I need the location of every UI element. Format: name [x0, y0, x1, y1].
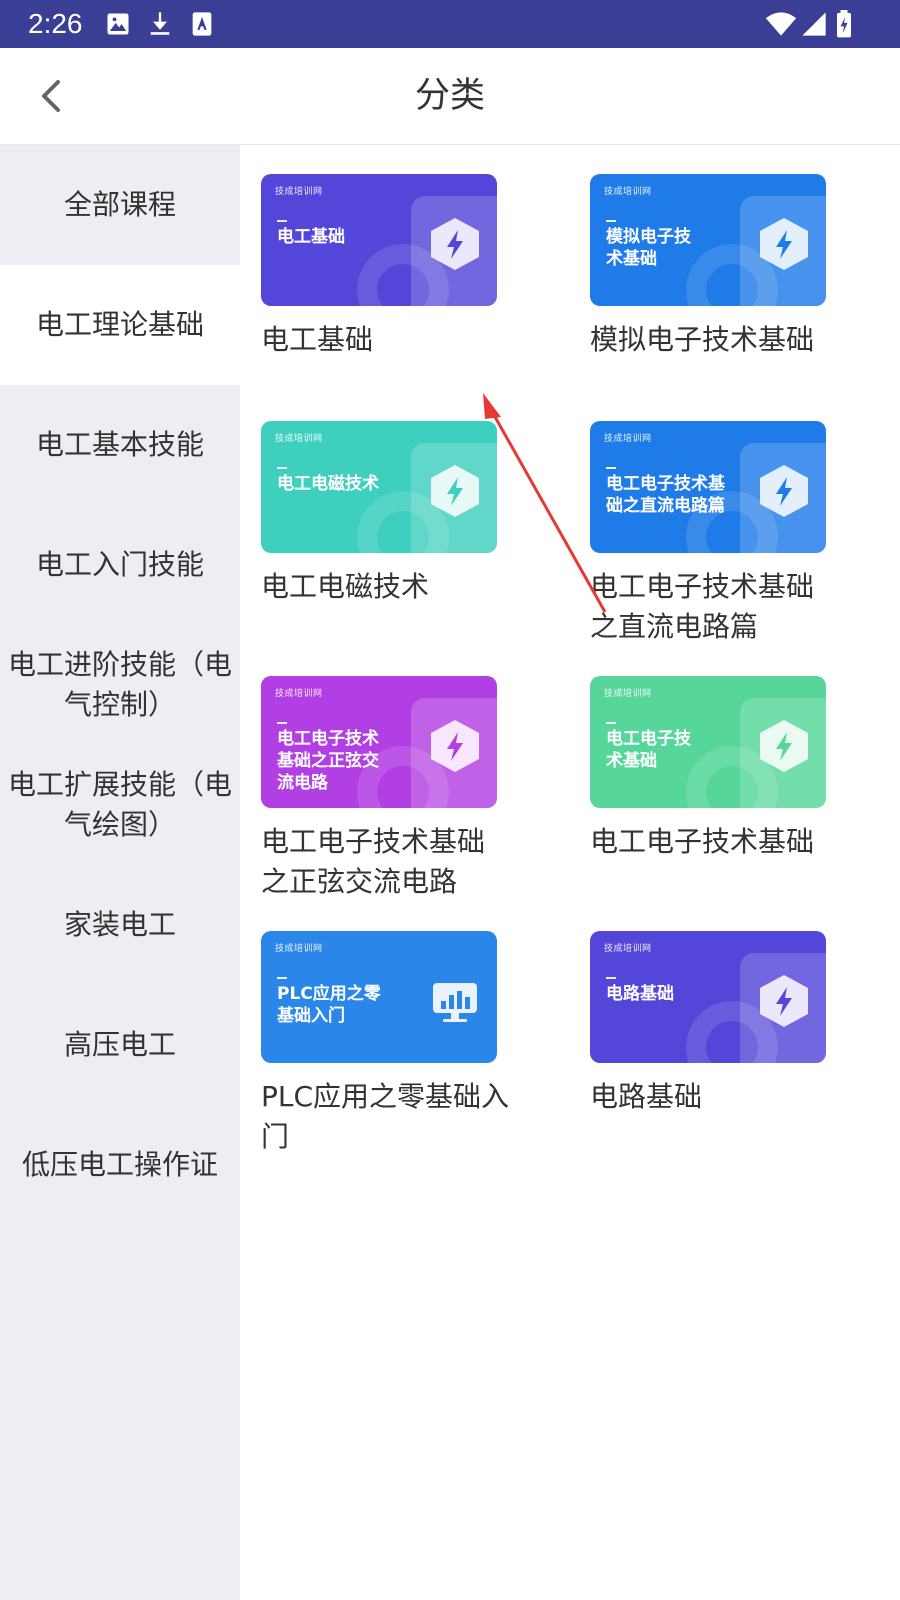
sidebar-item-label: 电工基本技能: [35, 428, 204, 461]
bolt-hexagon-icon: [431, 218, 479, 270]
cover-title: 电工电子技术基础: [606, 729, 691, 771]
sidebar-item-label: 低压电工操作证: [21, 1148, 218, 1181]
sidebar-item-electrical-theory[interactable]: 电工理论基础: [0, 265, 240, 385]
sidebar-item-label: 电工进阶技能（电气控制）: [7, 648, 232, 721]
sidebar-item-label: 电工入门技能: [35, 548, 204, 581]
bolt-hexagon-icon: [431, 465, 479, 517]
back-button[interactable]: [22, 68, 78, 124]
course-card[interactable]: 技成培训网 电工电子技术基础之直流电路篇 电工电子技术基础之直流电路篇: [590, 421, 826, 647]
sidebar-item-label: 电工理论基础: [35, 308, 204, 341]
chevron-left-icon: [42, 80, 60, 112]
course-card[interactable]: 技成培训网 模拟电子技术基础 模拟电子技术基础: [590, 174, 826, 360]
cover-logo: 技成培训网: [604, 186, 652, 196]
sidebar-item-all-courses[interactable]: 全部课程: [0, 145, 240, 265]
course-cover: 技成培训网 电工电子技术基础: [590, 676, 826, 808]
course-cover: 技成培训网 电工基础: [261, 174, 497, 306]
cover-logo: 技成培训网: [604, 688, 652, 698]
cover-title: 电工基础: [277, 227, 345, 247]
course-title: 电工电磁技术: [261, 570, 430, 603]
cover-dash: [277, 977, 287, 979]
sidebar-item-label: 高压电工: [63, 1028, 176, 1061]
cover-dash: [606, 722, 616, 724]
sidebar-item-label: 全部课程: [63, 188, 176, 221]
bolt-hexagon-icon: [431, 720, 479, 772]
category-sidebar: 全部课程 电工理论基础 电工基本技能 电工入门技能 电工进阶技能（电气控制） 电…: [0, 145, 240, 1600]
font-icon: [192, 12, 212, 36]
sidebar-item-label: 家装电工: [63, 908, 176, 941]
cover-title: 电工电子技术基础之正弦交流电路: [277, 729, 379, 793]
sidebar-item-entry-skills[interactable]: 电工入门技能: [0, 505, 240, 625]
sidebar-item-advanced-skills[interactable]: 电工进阶技能（电气控制）: [0, 625, 240, 745]
course-cover: 技成培训网 电工电子技术基础之正弦交流电路: [261, 676, 497, 808]
course-card[interactable]: 技成培训网 电工电子技术基础之正弦交流电路 电工电子技术基础之正弦交流电路: [261, 676, 497, 902]
cover-title: 电工电磁技术: [277, 474, 379, 494]
course-title: 电路基础: [590, 1080, 703, 1113]
course-card[interactable]: 技成培训网 电路基础 电路基础: [590, 931, 826, 1117]
download-icon: [150, 12, 170, 35]
sidebar-item-basic-skills[interactable]: 电工基本技能: [0, 385, 240, 505]
course-cover: 技成培训网 电工电子技术基础之直流电路篇: [590, 421, 826, 553]
cover-dash: [606, 220, 616, 222]
monitor-chart-icon: [433, 983, 477, 1022]
page-title: 分类: [414, 76, 485, 116]
course-title: 电工电子技术基础: [590, 825, 815, 858]
course-card[interactable]: 技成培训网 电工基础 电工基础: [261, 174, 497, 360]
course-title: 电工电子技术基础之直流电路篇: [590, 570, 815, 643]
battery-icon: [837, 10, 851, 38]
course-cover: 技成培训网 电路基础: [590, 931, 826, 1063]
title-bar: 分类: [0, 48, 900, 145]
image-icon: [107, 13, 129, 35]
course-cover: 技成培训网 模拟电子技术基础: [590, 174, 826, 306]
cover-dash: [277, 722, 287, 724]
status-time: 2:26: [28, 8, 83, 39]
bolt-hexagon-icon: [760, 975, 808, 1027]
bolt-hexagon-icon: [760, 465, 808, 517]
course-card[interactable]: 技成培训网 PLC应用之零基础入门 PLC应用之零基础入门: [261, 931, 509, 1157]
cover-dash: [277, 467, 287, 469]
cover-logo: 技成培训网: [275, 943, 323, 953]
course-title: PLC应用之零基础入门: [261, 1080, 510, 1153]
sidebar-item-label: 电工扩展技能（电气绘图）: [7, 768, 232, 841]
cover-logo: 技成培训网: [275, 186, 323, 196]
status-bar: 2:26: [0, 0, 900, 48]
sidebar-item-low-voltage-certificate[interactable]: 低压电工操作证: [0, 1105, 240, 1225]
cover-title: 电工电子技术基础之直流电路篇: [606, 474, 725, 516]
course-card[interactable]: 技成培训网 电工电子技术基础 电工电子技术基础: [590, 676, 826, 862]
course-cover: 技成培训网 电工电磁技术: [261, 421, 497, 553]
cover-dash: [277, 220, 287, 222]
cover-dash: [606, 467, 616, 469]
sidebar-item-extended-skills[interactable]: 电工扩展技能（电气绘图）: [0, 745, 240, 865]
cover-logo: 技成培训网: [604, 433, 652, 443]
course-cover: 技成培训网 PLC应用之零基础入门: [261, 931, 497, 1063]
course-grid: 技成培训网 电工基础 电工基础 技成培训网 模拟电子技术基础 模拟电子技术基础: [240, 145, 900, 1600]
cover-logo: 技成培训网: [275, 688, 323, 698]
sidebar-item-home-electrician[interactable]: 家装电工: [0, 865, 240, 985]
course-title: 电工基础: [261, 323, 374, 356]
course-title: 模拟电子技术基础: [590, 323, 815, 356]
cover-title: PLC应用之零基础入门: [277, 984, 381, 1026]
cover-title: 电路基础: [606, 984, 674, 1004]
signal-icon: [802, 12, 826, 36]
cover-logo: 技成培训网: [275, 433, 323, 443]
cover-title: 模拟电子技术基础: [606, 227, 691, 269]
course-card[interactable]: 技成培训网 电工电磁技术 电工电磁技术: [261, 421, 497, 607]
bolt-hexagon-icon: [760, 720, 808, 772]
cover-logo: 技成培训网: [604, 943, 652, 953]
wifi-icon: [765, 12, 797, 36]
bolt-hexagon-icon: [760, 218, 808, 270]
cover-dash: [606, 977, 616, 979]
sidebar-item-high-voltage[interactable]: 高压电工: [0, 985, 240, 1105]
course-title: 电工电子技术基础之正弦交流电路: [261, 825, 486, 898]
